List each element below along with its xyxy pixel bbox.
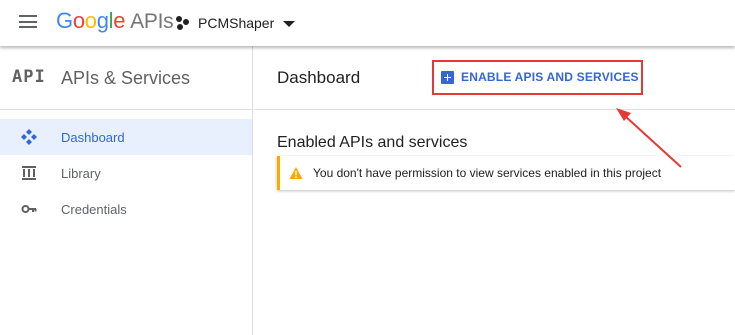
page-title: Dashboard (277, 68, 361, 87)
warning-icon (289, 167, 303, 179)
api-icon: API (12, 67, 46, 87)
logo-letter: G (56, 8, 73, 33)
sidebar-title: APIs & Services (61, 68, 191, 88)
main-content: Dashboard ENABLE APIS AND SERVICES Enabl… (254, 46, 735, 335)
project-selector[interactable]: PCMShaper (176, 12, 296, 34)
warning-banner: You don't have permission to view servic… (277, 156, 735, 190)
sidebar-item-dashboard[interactable]: Dashboard (0, 119, 252, 155)
sidebar-item-library[interactable]: Library (0, 155, 252, 191)
logo-letter: o (84, 8, 97, 33)
logo-letter: o (72, 8, 85, 33)
top-bar: Google APIs PCMShaper (0, 0, 735, 46)
plus-icon (441, 70, 454, 84)
warning-text: You don't have permission to view servic… (313, 166, 662, 180)
project-icon (176, 16, 190, 30)
sidebar-item-label: Dashboard (61, 129, 125, 145)
section-title: Enabled APIs and services (277, 134, 468, 151)
sidebar-item-credentials[interactable]: Credentials (0, 191, 252, 227)
sidebar-item-label: Library (61, 165, 101, 181)
logo-product: APIs (130, 10, 174, 33)
enable-apis-button[interactable]: ENABLE APIS AND SERVICES (441, 64, 639, 90)
google-apis-logo[interactable]: Google APIs (56, 8, 174, 34)
logo-letter: g (96, 8, 109, 33)
dashboard-icon (21, 129, 37, 145)
project-name: PCMShaper (198, 15, 275, 31)
sidebar: API APIs & Services Dashboard Library Cr… (0, 46, 253, 335)
caret-down-icon (283, 21, 296, 27)
sidebar-header: API APIs & Services (0, 46, 252, 110)
key-icon (21, 205, 37, 213)
library-icon (22, 166, 36, 180)
logo-letter: e (113, 8, 126, 33)
enable-apis-label: ENABLE APIS AND SERVICES (461, 70, 639, 84)
sidebar-item-label: Credentials (61, 201, 127, 217)
main-header: Dashboard ENABLE APIS AND SERVICES (254, 46, 735, 110)
menu-icon[interactable] (19, 15, 37, 28)
